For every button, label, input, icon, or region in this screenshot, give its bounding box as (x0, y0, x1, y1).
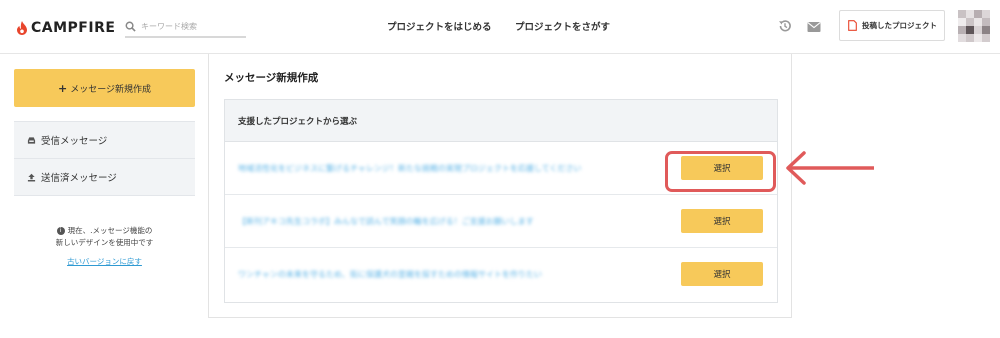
search-input[interactable] (141, 21, 241, 31)
inbox-icon (27, 136, 36, 144)
document-icon (848, 20, 857, 31)
upload-icon (27, 173, 36, 181)
nav-start-project[interactable]: プロジェクトをはじめる (387, 19, 492, 33)
sidebar-item-sent[interactable]: 送信済メッセージ (14, 159, 195, 196)
sent-label: 送信済メッセージ (41, 173, 117, 184)
arrow-left-icon (786, 151, 874, 185)
sidebar-item-inbox[interactable]: 受信メッセージ (14, 122, 195, 159)
flame-icon (17, 21, 27, 35)
page-title: メッセージ新規作成 (224, 72, 319, 84)
select-button[interactable]: 選択 (681, 209, 763, 233)
project-row: 【新刊アキコ先生コラボ】みんなで読んで笑顔の輪を広げる！ご支援お願いします 選択 (225, 195, 777, 248)
notice-line-1: 現在、.メッセージ機能の (67, 226, 153, 235)
nav-find-project[interactable]: プロジェクトをさがす (515, 19, 610, 33)
search-box[interactable] (125, 16, 246, 38)
old-version-link[interactable]: 古いバージョンに戻す (14, 256, 195, 267)
inbox-label: 受信メッセージ (41, 136, 108, 147)
new-message-label: メッセージ新規作成 (70, 84, 152, 95)
avatar[interactable] (958, 10, 990, 42)
notice-line-2: 新しいデザインを使用中です (55, 238, 154, 247)
posted-projects-label: 投稿したプロジェクト (862, 21, 937, 30)
new-message-button[interactable]: + メッセージ新規作成 (14, 69, 195, 107)
history-icon[interactable] (778, 19, 792, 33)
project-row: ワンチャンの未来を守るため、街に保護犬の里親を探すための情報サイトを作りたい 選… (225, 248, 777, 301)
plus-icon: + (57, 81, 68, 95)
search-icon (125, 21, 136, 32)
campfire-logo[interactable]: CAMPFIRE (16, 18, 115, 38)
logo-text: CAMPFIRE (31, 20, 116, 36)
project-list: 支援したプロジェクトから選ぶ 地域活性化をビジネスに繋げるチャレンジ！新たな挑戦… (224, 99, 778, 303)
project-list-header: 支援したプロジェクトから選ぶ (225, 100, 777, 142)
sidebar: + メッセージ新規作成 受信メッセージ 送信済メッセージ i 現在、.メッセージ機… (14, 69, 195, 267)
project-name[interactable]: 【新刊アキコ先生コラボ】みんなで読んで笑顔の輪を広げる！ご支援お願いします (238, 216, 534, 227)
info-icon: i (56, 227, 65, 235)
message-menu: 受信メッセージ 送信済メッセージ (14, 121, 195, 196)
top-header: CAMPFIRE プロジェクトをはじめる プロジェクトをさがす 投稿したプロジェ… (0, 0, 1000, 54)
design-notice: i 現在、.メッセージ機能の 新しいデザインを使用中です (14, 225, 195, 249)
project-name[interactable]: 地域活性化をビジネスに繋げるチャレンジ！新たな挑戦の実現プロジェクトを応援してく… (238, 163, 581, 174)
project-name[interactable]: ワンチャンの未来を守るため、街に保護犬の里親を探すための情報サイトを作りたい (238, 269, 542, 280)
posted-projects-button[interactable]: 投稿したプロジェクト (839, 10, 945, 41)
mail-icon[interactable] (807, 20, 821, 34)
select-button[interactable]: 選択 (681, 262, 763, 286)
highlight-box (665, 151, 776, 192)
